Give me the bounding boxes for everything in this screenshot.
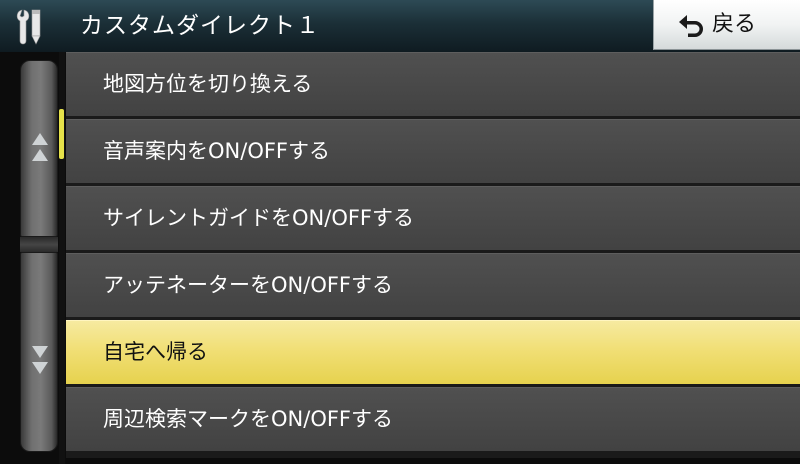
scrollbar-track[interactable] — [59, 52, 65, 464]
back-arrow-icon — [679, 15, 703, 37]
custom-direct-screen: カスタムダイレクト１ 戻る 地図方位を切り換える 音声案内をON/OFFする サ… — [0, 0, 800, 464]
header-bar: カスタムダイレクト１ 戻る — [0, 0, 800, 53]
scroll-down-double-arrow-icon — [32, 346, 48, 374]
menu-item-nearby-search-marks[interactable]: 周辺検索マークをON/OFFする — [66, 387, 800, 451]
menu-item-label: アッテネーターをON/OFFする — [103, 273, 394, 297]
menu-item-go-home[interactable]: 自宅へ帰る — [66, 320, 800, 384]
menu-item-voice-guide[interactable]: 音声案内をON/OFFする — [66, 119, 800, 183]
menu-item-label: 地図方位を切り換える — [103, 72, 313, 96]
back-button-label: 戻る — [712, 12, 757, 37]
back-button[interactable]: 戻る — [653, 0, 800, 50]
menu-item-label: 自宅へ帰る — [103, 340, 208, 364]
scroll-divider — [20, 237, 58, 252]
page-title: カスタムダイレクト１ — [80, 13, 320, 39]
tools-icon — [16, 9, 41, 45]
scroll-up-double-arrow-icon — [32, 133, 48, 161]
menu-item-label: サイレントガイドをON/OFFする — [103, 206, 414, 230]
bottom-edge — [66, 458, 800, 464]
menu-item-rotate-map[interactable]: 地図方位を切り換える — [66, 52, 800, 116]
scroll-down-button[interactable] — [20, 252, 58, 452]
scrollbar-thumb[interactable] — [59, 109, 64, 159]
scroll-panel — [0, 52, 66, 464]
menu-item-label: 音声案内をON/OFFする — [103, 139, 331, 163]
menu-item-silent-guide[interactable]: サイレントガイドをON/OFFする — [66, 186, 800, 250]
menu-item-label: 周辺検索マークをON/OFFする — [103, 407, 394, 431]
menu-list: 地図方位を切り換える 音声案内をON/OFFする サイレントガイドをON/OFF… — [66, 52, 800, 458]
scroll-up-button[interactable] — [20, 60, 58, 237]
menu-item-attenuator[interactable]: アッテネーターをON/OFFする — [66, 253, 800, 317]
